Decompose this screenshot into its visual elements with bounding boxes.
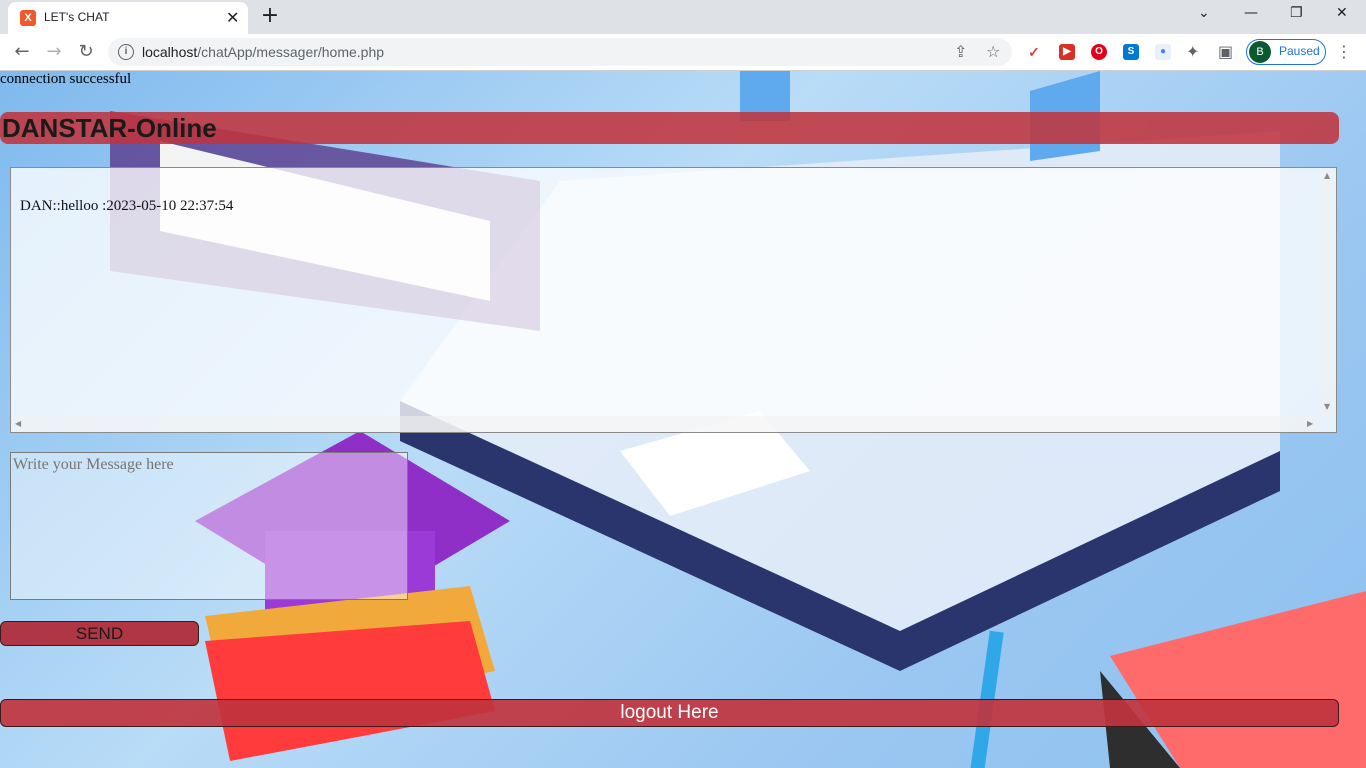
back-icon[interactable]: ← <box>10 40 34 64</box>
scroll-up-icon[interactable]: ▲ <box>1324 171 1330 180</box>
vertical-scrollbar[interactable]: ▲ ▼ <box>1320 168 1336 416</box>
share-icon[interactable]: ⇪ <box>954 42 967 61</box>
xampp-icon: X <box>20 10 36 26</box>
restore-icon[interactable]: ❐ <box>1290 5 1303 21</box>
site-header: DANSTAR-Online <box>0 112 1339 144</box>
close-tab-icon[interactable]: ✕ <box>226 8 239 27</box>
send-button[interactable]: SEND <box>0 621 199 646</box>
reload-icon[interactable]: ↻ <box>74 40 98 64</box>
skype-extension-icon[interactable]: S <box>1123 44 1139 60</box>
bookmark-star-icon[interactable]: ☆ <box>986 42 1000 61</box>
address-bar[interactable]: i localhost/chatApp/messager/home.php ⇪ … <box>108 38 1012 66</box>
page-title: DANSTAR-Online <box>2 113 217 143</box>
close-window-icon[interactable]: ✕ <box>1336 5 1348 21</box>
todoist-extension-icon[interactable]: ✓ <box>1026 44 1042 60</box>
minimize-icon[interactable]: — <box>1244 5 1258 21</box>
chat-log[interactable]: DAN::helloo :2023-05-10 22:37:54 ▲ ▼ ◀ ▶ <box>10 167 1337 433</box>
tab-search-icon[interactable]: ⌄ <box>1198 5 1210 21</box>
avatar: B <box>1249 41 1271 63</box>
profile-status: Paused <box>1279 44 1320 58</box>
horizontal-scrollbar[interactable]: ◀ ▶ <box>11 416 1320 432</box>
page-body: connection successful DANSTAR-Online DAN… <box>0 71 1366 768</box>
blue-extension-icon[interactable]: ● <box>1155 44 1171 60</box>
browser-tab[interactable]: X LET's CHAT ✕ <box>8 2 248 34</box>
tab-title: LET's CHAT <box>44 10 110 24</box>
chat-message: DAN::helloo :2023-05-10 22:37:54 <box>20 198 234 214</box>
message-input[interactable] <box>10 452 408 600</box>
url-text: localhost/chatApp/messager/home.php <box>142 44 385 60</box>
side-panel-icon[interactable]: ▣ <box>1218 42 1233 61</box>
video-extension-icon[interactable]: ▶ <box>1059 44 1075 60</box>
browser-menu-icon[interactable]: ⋮ <box>1336 42 1352 61</box>
extensions-puzzle-icon[interactable]: ✦ <box>1186 42 1199 61</box>
browser-tab-bar: X LET's CHAT ✕ + ⌄ — ❐ ✕ <box>0 0 1366 34</box>
connection-status: connection successful <box>0 71 132 87</box>
new-tab-button[interactable]: + <box>258 3 282 28</box>
browser-toolbar: ← → ↻ i localhost/chatApp/messager/home.… <box>0 34 1366 71</box>
logout-button[interactable]: logout Here <box>0 699 1339 727</box>
scroll-down-icon[interactable]: ▼ <box>1324 402 1330 411</box>
profile-button[interactable]: B Paused <box>1246 39 1326 65</box>
forward-icon[interactable]: → <box>42 40 66 64</box>
scroll-right-icon[interactable]: ▶ <box>1307 419 1313 428</box>
site-info-icon[interactable]: i <box>118 44 134 60</box>
opera-extension-icon[interactable]: O <box>1091 44 1107 60</box>
scroll-left-icon[interactable]: ◀ <box>15 419 21 428</box>
